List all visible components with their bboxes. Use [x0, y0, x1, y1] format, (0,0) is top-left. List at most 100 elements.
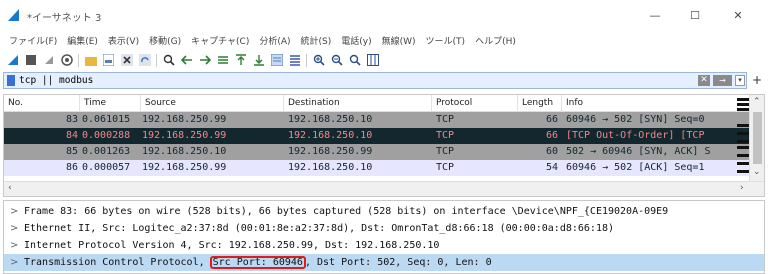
- cell-no: 83: [65, 114, 78, 125]
- cell-info: [TCP Out-Of-Order] [TCP: [566, 130, 705, 141]
- menu-capture[interactable]: キャプチャ(C): [186, 34, 254, 47]
- expand-caret-icon[interactable]: >: [10, 203, 24, 220]
- add-filter-button[interactable]: +: [752, 73, 762, 87]
- expand-caret-icon[interactable]: >: [10, 254, 24, 271]
- minimap-mark: [737, 124, 749, 127]
- scroll-left-icon[interactable]: ‹: [8, 183, 12, 193]
- cell-source: 192.168.250.99: [142, 130, 227, 141]
- scroll-right-icon[interactable]: ›: [740, 183, 744, 193]
- cell-length: 54: [545, 162, 558, 173]
- cell-protocol: TCP: [436, 130, 455, 141]
- capture-options-icon[interactable]: [60, 54, 73, 67]
- minimap-mark: [737, 103, 749, 106]
- detail-row-tcp[interactable]: > Transmission Control Protocol, Src Port…: [4, 254, 764, 271]
- restart-capture-icon[interactable]: [42, 54, 55, 67]
- expand-caret-icon[interactable]: >: [10, 220, 24, 237]
- cell-info: 60946 → 502 [SYN] Seq=0: [566, 114, 705, 125]
- detail-text: Transmission Control Protocol,: [24, 257, 211, 268]
- cell-no: 84: [65, 130, 78, 141]
- display-filter-value[interactable]: tcp || modbus: [19, 75, 93, 86]
- packet-details: > Frame 83: 66 bytes on wire (528 bits), …: [3, 200, 765, 274]
- wireshark-fin-icon: [8, 9, 19, 21]
- menu-go[interactable]: 移動(G): [144, 34, 186, 47]
- cell-no: 85: [65, 146, 78, 157]
- detail-row-ethernet[interactable]: > Ethernet II, Src: Logitec_a2:37:8d (00:…: [4, 220, 764, 237]
- go-forward-icon[interactable]: [198, 54, 211, 67]
- maximize-button[interactable]: ☐: [675, 4, 715, 26]
- column-header-source[interactable]: Source: [141, 95, 284, 112]
- menu-statistics[interactable]: 統計(S): [296, 34, 337, 47]
- close-button[interactable]: ✕: [718, 4, 758, 26]
- zoom-in-icon[interactable]: [312, 54, 325, 67]
- cell-time: 0.000288: [82, 130, 131, 141]
- go-to-packet-icon[interactable]: [216, 54, 229, 67]
- detail-row-ipv4[interactable]: > Internet Protocol Version 4, Src: 192.1…: [4, 237, 764, 254]
- open-file-icon[interactable]: [84, 54, 97, 67]
- detail-text: Internet Protocol Version 4, Src: 192.16…: [24, 240, 440, 251]
- menu-analyze[interactable]: 分析(A): [254, 34, 295, 47]
- menu-edit[interactable]: 編集(E): [62, 34, 103, 47]
- expand-caret-icon[interactable]: >: [10, 237, 24, 254]
- vertical-scroll-thumb[interactable]: [753, 112, 762, 164]
- scroll-up-icon[interactable]: ⌃: [753, 97, 761, 107]
- menu-tools[interactable]: ツール(T): [421, 34, 471, 47]
- find-packet-icon[interactable]: [162, 54, 175, 67]
- column-header-info[interactable]: Info: [562, 95, 749, 112]
- main-toolbar: [0, 50, 768, 70]
- toolbar-divider: [156, 53, 157, 67]
- colorize-icon[interactable]: [288, 54, 301, 67]
- packet-list-vertical-scrollbar[interactable]: ⌃ ⌄: [749, 95, 764, 181]
- packet-row[interactable]: 83 0.061015 192.168.250.99 192.168.250.1…: [4, 112, 749, 128]
- window-title: *イーサネット 3: [27, 13, 102, 24]
- zoom-reset-icon[interactable]: [348, 54, 361, 67]
- cell-time: 0.000057: [82, 162, 131, 173]
- detail-text: Frame 83: 66 bytes on wire (528 bits), 6…: [24, 206, 669, 217]
- bookmark-icon[interactable]: [7, 75, 15, 86]
- menu-telephony[interactable]: 電話(y): [336, 34, 376, 47]
- detail-row-frame[interactable]: > Frame 83: 66 bytes on wire (528 bits), …: [4, 203, 764, 220]
- packet-minimap[interactable]: [737, 98, 749, 180]
- column-header-destination[interactable]: Destination: [284, 95, 432, 112]
- cell-length: 60: [545, 146, 558, 157]
- minimap-mark: [737, 98, 749, 101]
- toolbar-divider: [78, 53, 79, 67]
- display-filter-input[interactable]: tcp || modbus ✕ → ▾: [3, 72, 747, 89]
- column-header-time[interactable]: Time: [80, 95, 141, 112]
- auto-scroll-icon[interactable]: [270, 54, 283, 67]
- apply-filter-icon[interactable]: →: [713, 75, 732, 86]
- packet-list-horizontal-scrollbar[interactable]: ‹ ›: [4, 181, 764, 196]
- title-bar: *イーサネット 3 — ☐ ✕: [0, 0, 768, 30]
- menu-wireless[interactable]: 無線(W): [377, 34, 421, 47]
- save-file-icon[interactable]: [102, 54, 115, 67]
- menu-view[interactable]: 表示(V): [103, 34, 144, 47]
- menu-bar: ファイル(F) 編集(E) 表示(V) 移動(G) キャプチャ(C) 分析(A)…: [0, 30, 768, 50]
- column-header-length[interactable]: Length: [518, 95, 562, 112]
- zoom-out-icon[interactable]: [330, 54, 343, 67]
- stop-capture-icon[interactable]: [24, 54, 37, 67]
- reload-file-icon[interactable]: [138, 54, 151, 67]
- minimize-button[interactable]: —: [635, 4, 675, 26]
- minimap-mark: [737, 108, 749, 111]
- resize-columns-icon[interactable]: [366, 54, 379, 67]
- menu-help[interactable]: ヘルプ(H): [470, 34, 521, 47]
- clear-filter-icon[interactable]: ✕: [698, 75, 710, 86]
- packet-list-header: No. Time Source Destination Protocol Len…: [4, 95, 749, 112]
- packet-row[interactable]: 84 0.000288 192.168.250.99 192.168.250.1…: [4, 128, 749, 144]
- packet-list: No. Time Source Destination Protocol Len…: [3, 94, 765, 197]
- filter-history-dropdown-icon[interactable]: ▾: [735, 75, 745, 86]
- go-last-packet-icon[interactable]: [252, 54, 265, 67]
- src-port-highlight: Src Port: 60946: [209, 256, 306, 269]
- go-back-icon[interactable]: [180, 54, 193, 67]
- column-header-protocol[interactable]: Protocol: [432, 95, 518, 112]
- cell-time: 0.001263: [82, 146, 131, 157]
- start-capture-icon[interactable]: [6, 54, 19, 67]
- column-header-no[interactable]: No.: [4, 95, 80, 112]
- menu-file[interactable]: ファイル(F): [4, 34, 62, 47]
- cell-info: 60946 → 502 [ACK] Seq=1: [566, 162, 705, 173]
- minimap-mark: [737, 162, 749, 165]
- close-file-icon[interactable]: [120, 54, 133, 67]
- packet-row[interactable]: 86 0.000057 192.168.250.99 192.168.250.1…: [4, 160, 749, 176]
- packet-row[interactable]: 85 0.001263 192.168.250.10 192.168.250.9…: [4, 144, 749, 160]
- go-first-packet-icon[interactable]: [234, 54, 247, 67]
- scroll-down-icon[interactable]: ⌄: [753, 167, 761, 177]
